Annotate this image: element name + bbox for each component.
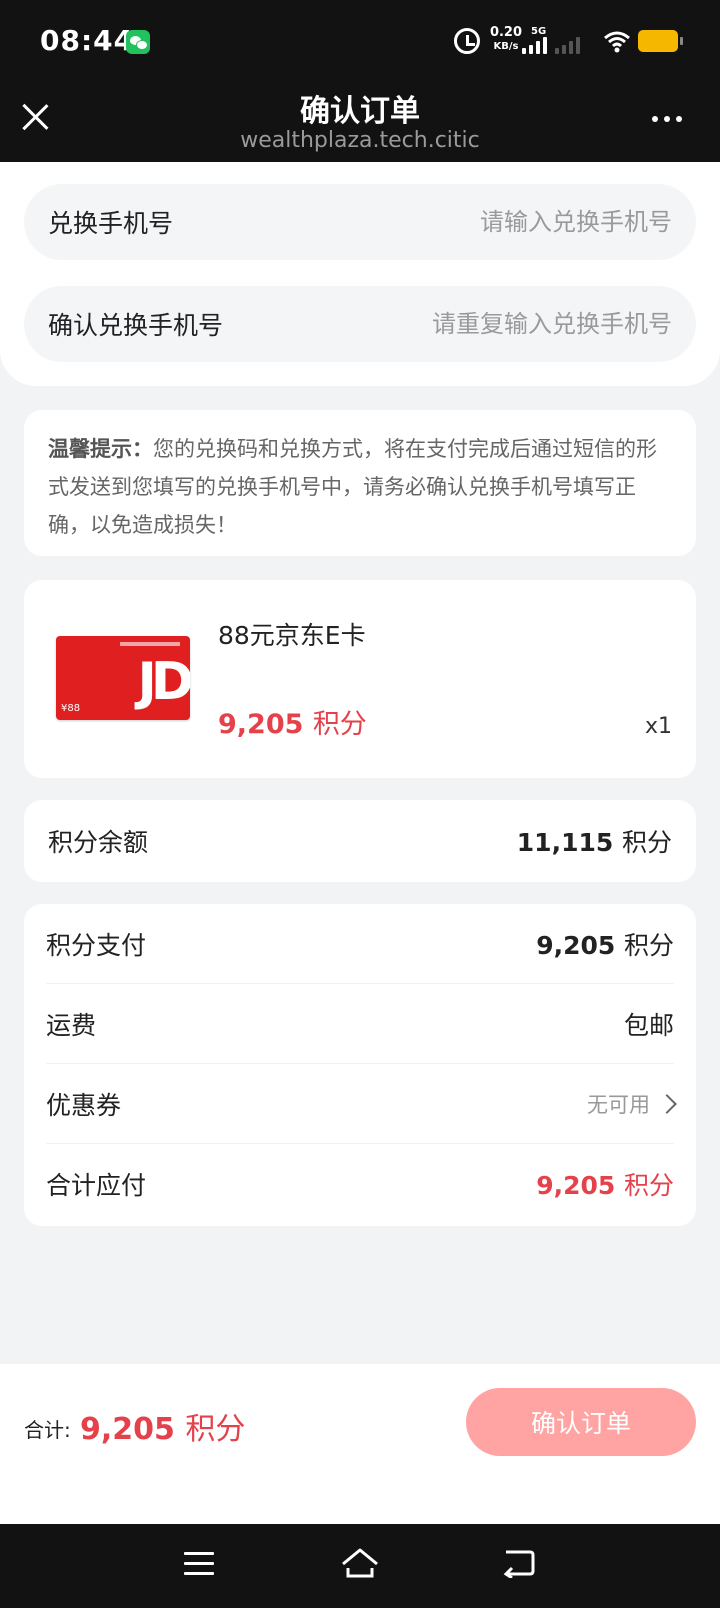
- balance-unit: 积分: [621, 828, 672, 857]
- footer-total-unit: 积分: [185, 1412, 246, 1447]
- balance-label: 积分余额: [48, 828, 149, 857]
- phone-label: 兑换手机号: [48, 209, 174, 238]
- confirm-order-button[interactable]: 确认订单: [466, 1388, 696, 1456]
- points-payment-value: 9,205 积分: [536, 926, 674, 962]
- points-payment-unit: 积分: [623, 930, 674, 960]
- status-bar: 08:44 0.20 KB/s 5G: [0, 0, 720, 80]
- product-price: 9,205 积分: [218, 702, 367, 741]
- footer-total-amount: 9,205: [80, 1412, 175, 1447]
- battery-icon: [638, 30, 683, 52]
- shipping-label: 运费: [46, 1010, 97, 1040]
- wechat-notification-icon: [126, 30, 150, 54]
- page-domain: wealthplaza.tech.citic: [240, 128, 480, 153]
- tip-label: 温馨提示：: [48, 437, 153, 461]
- total-due-amount: 9,205: [536, 1171, 616, 1200]
- balance-amount: 11,115: [516, 828, 614, 857]
- status-time: 08:44: [40, 24, 135, 57]
- system-navigation-bar: [0, 1524, 720, 1608]
- balance-value: 11,115 积分: [517, 823, 672, 859]
- points-balance-row: 积分余额 11,115 积分: [24, 800, 696, 882]
- more-options-icon[interactable]: [652, 116, 682, 122]
- total-due-label: 合计应付: [46, 1171, 147, 1200]
- footer-total-label: 合计:: [24, 1418, 71, 1442]
- phone-form-card: 兑换手机号 确认兑换手机号: [0, 162, 720, 386]
- product-price-unit: 积分: [312, 709, 367, 740]
- coupon-row[interactable]: 优惠券 无可用: [46, 1064, 677, 1144]
- coupon-value: 无可用: [587, 1092, 650, 1117]
- phone-input[interactable]: [352, 208, 672, 236]
- product-card: JD ¥88 88元京东E卡 9,205 积分 x1: [24, 580, 696, 778]
- confirm-phone-label: 确认兑换手机号: [48, 311, 224, 340]
- warm-tip: 温馨提示：您的兑换码和兑换方式，将在支付完成后通过短信的形式发送到您填写的兑换手…: [24, 410, 696, 556]
- alarm-icon: [454, 28, 480, 54]
- home-icon[interactable]: [340, 1546, 380, 1582]
- signal-strength-sim2-icon: [555, 36, 580, 54]
- phone-field[interactable]: 兑换手机号: [24, 184, 696, 260]
- coupon-label: 优惠券: [46, 1090, 122, 1120]
- signal-strength-icon: [522, 36, 547, 54]
- shipping-row: 运费 包邮: [46, 984, 674, 1064]
- network-speed-unit: KB/s: [493, 41, 519, 52]
- payment-summary: 积分支付 9,205 积分 运费 包邮 优惠券 无可用 合计应付 9,205 积…: [24, 904, 696, 1226]
- confirm-phone-input[interactable]: [392, 310, 672, 338]
- card-face-value: ¥88: [61, 703, 81, 714]
- confirm-phone-field[interactable]: 确认兑换手机号: [24, 286, 696, 362]
- product-quantity: x1: [644, 714, 672, 739]
- total-due-value: 9,205 积分: [536, 1166, 674, 1202]
- menu-icon[interactable]: [184, 1552, 214, 1576]
- product-price-value: 9,205: [218, 709, 304, 740]
- jd-logo: JD: [137, 652, 190, 712]
- back-icon[interactable]: [502, 1548, 536, 1578]
- shipping-value: 包邮: [623, 1010, 674, 1040]
- wifi-icon: [604, 31, 630, 53]
- checkout-bar: 合计: 9,205 积分 确认订单: [0, 1364, 720, 1524]
- points-payment-amount: 9,205: [536, 930, 616, 960]
- network-speed-value: 0.20: [489, 25, 523, 40]
- product-name: 88元京东E卡: [218, 621, 366, 650]
- total-due-row: 合计应付 9,205 积分: [46, 1144, 674, 1224]
- network-speed: 0.20 KB/s: [487, 26, 525, 53]
- title-bar: 确认订单 wealthplaza.tech.citic: [0, 80, 720, 162]
- points-payment-label: 积分支付: [46, 930, 147, 960]
- chevron-right-icon: [657, 1093, 677, 1114]
- product-image: JD ¥88: [56, 636, 190, 720]
- coupon-selector[interactable]: 无可用: [587, 1089, 677, 1119]
- card-header-strip: [120, 642, 180, 646]
- total-due-unit: 积分: [623, 1171, 674, 1200]
- page-title: 确认订单: [300, 94, 420, 129]
- footer-total: 9,205 积分: [80, 1404, 245, 1448]
- points-payment-row: 积分支付 9,205 积分: [46, 904, 674, 984]
